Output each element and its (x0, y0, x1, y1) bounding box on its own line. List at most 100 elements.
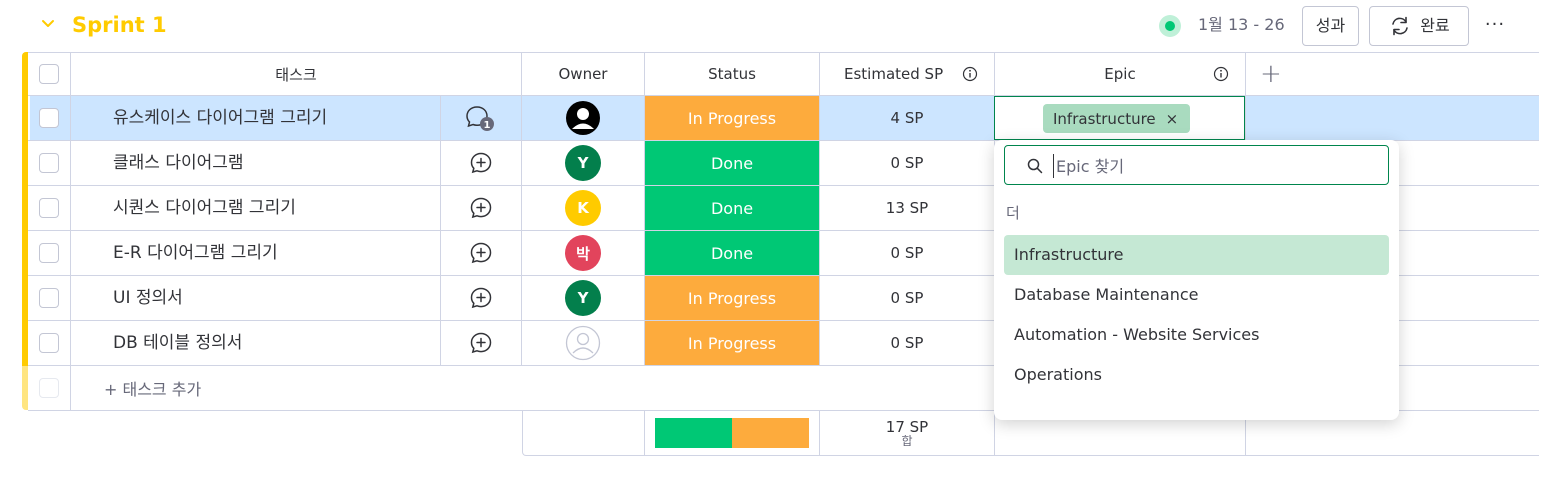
task-name-cell[interactable]: UI 정의서 (71, 276, 441, 321)
column-header-status-label: Status (708, 65, 756, 83)
epic-chip[interactable]: Infrastructure × (1043, 104, 1191, 133)
estimated-sp-cell[interactable]: 0 SP (820, 141, 995, 186)
info-icon[interactable] (962, 66, 978, 82)
column-header-owner[interactable]: Owner (522, 52, 645, 96)
more-options-icon[interactable]: ··· (1482, 12, 1508, 38)
column-header-status[interactable]: Status (645, 52, 820, 96)
status-cell[interactable]: Done (645, 186, 820, 231)
owner-cell[interactable]: 박 (522, 231, 645, 276)
owner-avatar-icon[interactable] (565, 100, 601, 136)
summary-owner-cell (522, 411, 645, 456)
estimated-sp-cell[interactable]: 0 SP (820, 231, 995, 276)
column-header-owner-label: Owner (558, 65, 608, 83)
add-update-icon[interactable] (469, 151, 493, 175)
task-name[interactable]: 클래스 다이어그램 (113, 151, 244, 175)
updates-cell[interactable] (441, 231, 522, 276)
updates-cell[interactable] (441, 321, 522, 366)
status-cell[interactable]: Done (645, 141, 820, 186)
epic-option[interactable]: Database Maintenance (1004, 275, 1389, 315)
updates-cell[interactable] (441, 141, 522, 186)
estimated-sp-cell[interactable]: 13 SP (820, 186, 995, 231)
updates-cell[interactable]: 1 (441, 96, 522, 141)
epic-search-box[interactable] (1004, 145, 1389, 185)
row-checkbox[interactable] (39, 333, 59, 353)
task-name[interactable]: 시퀀스 다이어그램 그리기 (113, 196, 296, 220)
column-header-epic-label: Epic (1104, 65, 1136, 83)
epic-chip-label: Infrastructure (1053, 109, 1156, 128)
chevron-down-icon[interactable] (38, 14, 58, 34)
dropdown-section-label: 더 (1006, 204, 1020, 222)
task-name-cell[interactable]: 유스케이스 다이어그램 그리기 (71, 96, 441, 141)
row-checkbox-cell (28, 276, 71, 321)
estimated-sp-cell[interactable]: 0 SP (820, 276, 995, 321)
remove-epic-icon[interactable]: × (1166, 110, 1179, 128)
task-name-cell[interactable]: 클래스 다이어그램 (71, 141, 441, 186)
updates-cell[interactable] (441, 276, 522, 321)
group-title[interactable]: Sprint 1 (72, 10, 167, 40)
epic-option[interactable]: Automation - Website Services (1004, 315, 1389, 355)
summary-in-progress-bar[interactable] (732, 418, 809, 448)
complete-sprint-button[interactable]: 완료 (1369, 6, 1469, 46)
add-update-icon[interactable] (469, 331, 493, 355)
add-task-label[interactable]: + 태스크 추가 (104, 376, 201, 400)
status-cell[interactable]: In Progress (645, 276, 820, 321)
owner-cell[interactable] (522, 96, 645, 141)
owner-avatar[interactable]: Y (565, 280, 601, 316)
epic-cell-active[interactable]: Infrastructure × (994, 96, 1245, 140)
select-all-checkbox[interactable] (39, 64, 59, 84)
epic-search-input[interactable] (1053, 154, 1373, 178)
column-header-task-label: 태스크 (275, 65, 317, 84)
status-cell[interactable]: In Progress (645, 96, 820, 141)
add-update-icon[interactable] (469, 196, 493, 220)
status-cell[interactable]: Done (645, 231, 820, 276)
empty-cell (1246, 96, 1539, 141)
info-icon[interactable] (1213, 66, 1229, 82)
owner-avatar[interactable]: Y (565, 145, 601, 181)
row-checkbox[interactable] (39, 243, 59, 263)
task-name[interactable]: 유스케이스 다이어그램 그리기 (113, 106, 327, 130)
row-checkbox[interactable] (39, 288, 59, 308)
add-update-icon[interactable] (469, 286, 493, 310)
epic-option[interactable]: Operations (1004, 355, 1389, 395)
row-checkbox[interactable] (39, 198, 59, 218)
task-name-cell[interactable]: DB 테이블 정의서 (71, 321, 441, 366)
estimated-sp-cell[interactable]: 0 SP (820, 321, 995, 366)
owner-cell[interactable]: Y (522, 276, 645, 321)
complete-label: 완료 (1420, 16, 1450, 35)
column-header-epic[interactable]: Epic (995, 52, 1246, 96)
epic-dropdown: 더 InfrastructureDatabase MaintenanceAuto… (994, 140, 1399, 420)
task-name[interactable]: E-R 다이어그램 그리기 (113, 241, 278, 265)
status-label: In Progress (687, 288, 777, 308)
column-header-task[interactable]: 태스크 (71, 52, 522, 96)
owner-initial: 박 (576, 244, 590, 263)
status-label: Done (710, 153, 754, 173)
add-column-icon[interactable]: + (1260, 61, 1282, 87)
owner-initial: K (577, 199, 589, 217)
performance-button[interactable]: 성과 (1302, 6, 1359, 46)
task-name-cell[interactable]: E-R 다이어그램 그리기 (71, 231, 441, 276)
add-task-checkbox (39, 378, 59, 398)
owner-cell[interactable]: Y (522, 141, 645, 186)
updates-cell[interactable] (441, 186, 522, 231)
status-cell[interactable]: In Progress (645, 321, 820, 366)
owner-avatar[interactable]: 박 (565, 235, 601, 271)
estimated-sp-value: 0 SP (890, 334, 924, 352)
row-checkbox[interactable] (39, 108, 59, 128)
owner-initial: Y (577, 154, 589, 172)
owner-avatar[interactable]: K (565, 190, 601, 226)
add-column-cell: + (1246, 52, 1539, 96)
task-name[interactable]: UI 정의서 (113, 286, 183, 310)
row-checkbox[interactable] (39, 153, 59, 173)
epic-option[interactable]: Infrastructure (1004, 235, 1389, 275)
owner-cell[interactable] (522, 321, 645, 366)
estimated-sp-cell[interactable]: 4 SP (820, 96, 995, 141)
task-name[interactable]: DB 테이블 정의서 (113, 331, 242, 355)
row-checkbox-cell (28, 231, 71, 276)
task-name-cell[interactable]: 시퀀스 다이어그램 그리기 (71, 186, 441, 231)
column-header-estimated-sp-label: Estimated SP (844, 65, 944, 83)
conversation-with-count-icon[interactable]: 1 (465, 104, 497, 132)
owner-cell[interactable]: K (522, 186, 645, 231)
add-update-icon[interactable] (469, 241, 493, 265)
summary-done-bar[interactable] (655, 418, 732, 448)
empty-owner-icon[interactable] (565, 325, 601, 361)
